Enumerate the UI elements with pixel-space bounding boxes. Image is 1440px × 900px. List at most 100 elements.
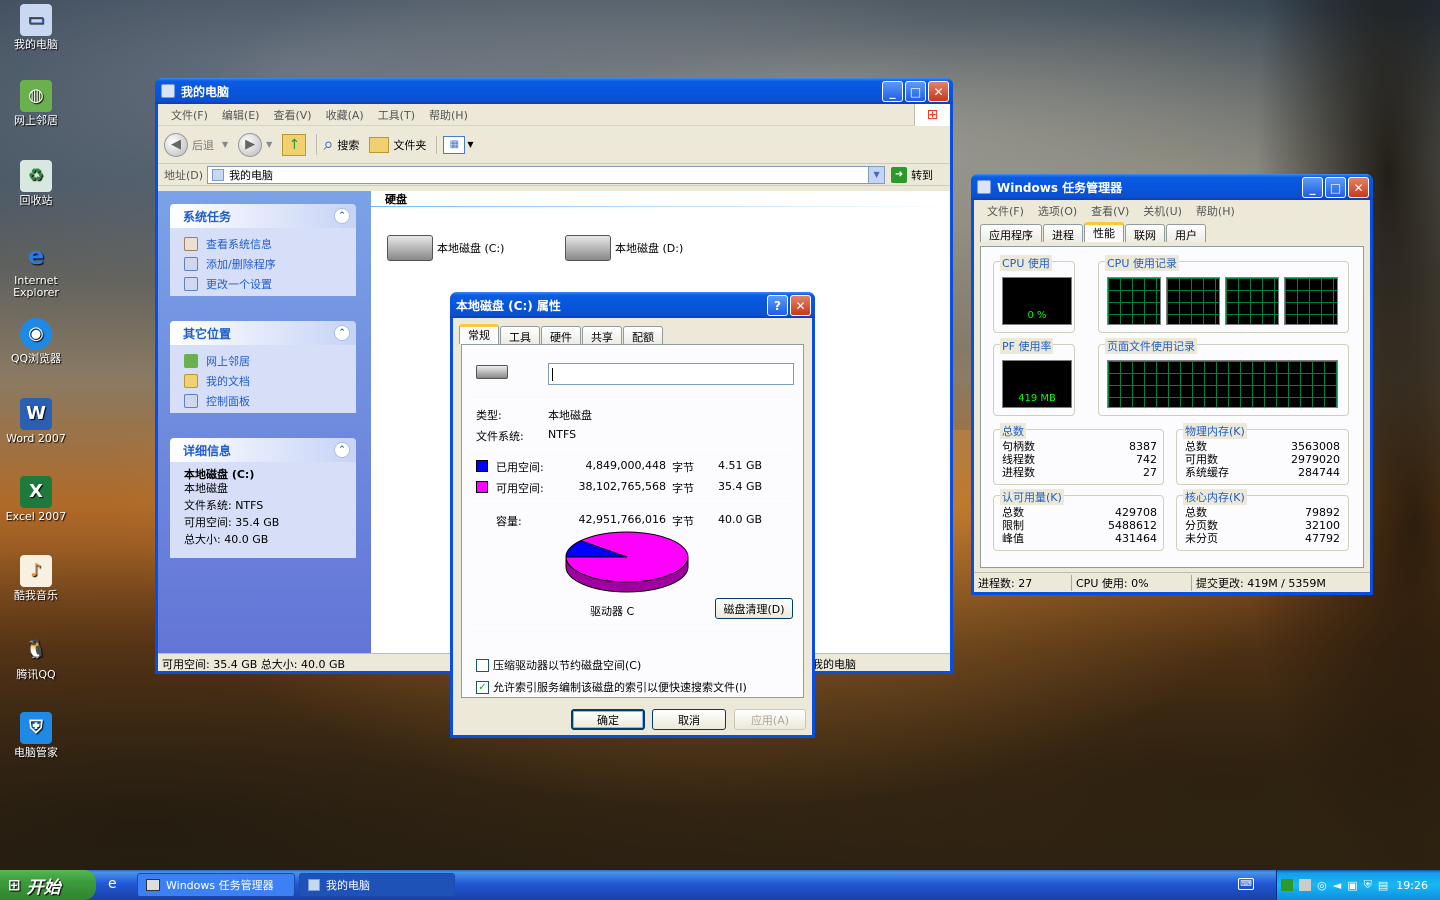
ie-icon: e <box>27 242 45 270</box>
back-button[interactable]: ◀ 后退 ▼ <box>164 132 228 157</box>
tab-performance[interactable]: 性能 <box>1084 222 1124 242</box>
taskbar-my-computer[interactable]: 我的电脑 <box>299 873 455 897</box>
maximize-button[interactable]: □ <box>905 81 926 102</box>
cancel-button[interactable]: 取消 <box>652 709 726 730</box>
tab-applications[interactable]: 应用程序 <box>980 224 1042 242</box>
menu-help[interactable]: 帮助(H) <box>422 107 475 123</box>
collapse-icon[interactable]: ⌃ <box>334 442 350 458</box>
cpu-history-graph-4 <box>1284 277 1338 325</box>
hard-drive-icon <box>387 235 433 261</box>
desktop-icon-my-computer[interactable]: ▭ 我的电脑 <box>0 4 72 51</box>
collapse-icon[interactable]: ⌃ <box>334 325 350 341</box>
up-folder-button[interactable]: ↑ <box>282 133 307 156</box>
explorer-titlebar[interactable]: 我的电脑 _ □ ✕ <box>155 78 953 104</box>
add-remove-programs-link[interactable]: 添加/删除程序 <box>184 254 344 274</box>
address-dropdown-button[interactable]: ▼ <box>868 166 885 183</box>
desktop-icon-ie[interactable]: e Internet Explorer <box>0 240 72 299</box>
tab-processes[interactable]: 进程 <box>1043 224 1083 242</box>
view-system-info-link[interactable]: 查看系统信息 <box>184 234 344 254</box>
tray-icon[interactable]: ◎ <box>1317 879 1327 892</box>
minimize-button[interactable]: _ <box>1302 177 1323 198</box>
desktop-icon-qq[interactable]: 🐧 腾讯QQ <box>0 634 72 681</box>
collapse-icon[interactable]: ⌃ <box>334 208 350 224</box>
close-button[interactable]: ✕ <box>790 295 811 316</box>
checkbox-checked[interactable]: ✓ <box>476 680 489 694</box>
details-panel: 详细信息 ⌃ 本地磁盘 (C:) 本地磁盘 文件系统: NTFS 可用空间: 35… <box>170 438 356 558</box>
volume-icon[interactable]: ◄ <box>1333 879 1341 892</box>
compress-checkbox[interactable]: 压缩驱动器以节约磁盘空间(C) <box>476 657 641 673</box>
menu-view[interactable]: 查看(V) <box>1084 203 1136 219</box>
panel-header[interactable]: 详细信息 ⌃ <box>170 438 356 462</box>
kernel-memory-group: 核心内存(K) 总数 79892 分页数 32100 未分页 47792 <box>1176 489 1349 551</box>
desktop-icon-network[interactable]: ◍ 网上邻居 <box>0 80 72 127</box>
views-button[interactable]: ▦ ▼ <box>436 135 474 154</box>
forward-button[interactable]: ▶ ▼ <box>238 132 272 157</box>
go-button[interactable]: ➜ 转到 <box>891 166 933 183</box>
close-button[interactable]: ✕ <box>1348 177 1369 198</box>
dialog-titlebar[interactable]: 本地磁盘 (C:) 属性 ? ✕ <box>450 292 815 318</box>
menu-favorites[interactable]: 收藏(A) <box>319 107 371 123</box>
change-setting-link[interactable]: 更改一个设置 <box>184 274 344 294</box>
quick-launch-ie-icon[interactable]: e <box>108 876 124 892</box>
desktop-icon-qq-browser[interactable]: ◉ QQ浏览器 <box>0 318 72 365</box>
pf-usage-group: PF 使用率 419 MB <box>993 338 1075 416</box>
tab-general[interactable]: 常规 <box>459 324 499 344</box>
menu-edit[interactable]: 编辑(E) <box>215 107 267 123</box>
tab-hardware[interactable]: 硬件 <box>541 326 581 344</box>
panel-header[interactable]: 系统任务 ⌃ <box>170 204 356 228</box>
system-tasks-panel: 系统任务 ⌃ 查看系统信息 添加/删除程序 更改一个设置 <box>170 204 356 296</box>
menu-file[interactable]: 文件(F) <box>164 107 215 123</box>
tray-icon[interactable] <box>1299 879 1312 891</box>
windows-logo-icon: ⊞ <box>8 876 21 894</box>
menu-options[interactable]: 选项(O) <box>1031 203 1084 219</box>
tab-quota[interactable]: 配额 <box>623 326 663 344</box>
network-link[interactable]: 网上邻居 <box>184 351 344 371</box>
tab-networking[interactable]: 联网 <box>1125 224 1165 242</box>
menu-shutdown[interactable]: 关机(U) <box>1136 203 1189 219</box>
menu-help[interactable]: 帮助(H) <box>1189 203 1242 219</box>
clock[interactable]: 19:26 <box>1396 879 1428 892</box>
tab-sharing[interactable]: 共享 <box>582 326 622 344</box>
desktop-icon-kuwo[interactable]: ♪ 酷我音乐 <box>0 555 72 602</box>
menu-view[interactable]: 查看(V) <box>266 107 318 123</box>
section-header: 硬盘 <box>371 191 950 207</box>
start-button[interactable]: ⊞ 开始 <box>0 870 96 900</box>
checkbox-unchecked[interactable] <box>476 658 489 672</box>
tray-icon[interactable] <box>1281 879 1294 891</box>
address-input[interactable]: 我的电脑 ▼ <box>207 165 886 184</box>
apply-button[interactable]: 应用(A) <box>734 709 806 730</box>
keyboard-icon[interactable]: ⌨ <box>1238 878 1254 890</box>
desktop-icon-excel[interactable]: X Excel 2007 <box>0 476 72 523</box>
drive-c[interactable]: 本地磁盘 (C:) <box>387 235 504 261</box>
tab-tools[interactable]: 工具 <box>500 326 540 344</box>
help-button[interactable]: ? <box>767 295 788 316</box>
drive-d[interactable]: 本地磁盘 (D:) <box>565 235 683 261</box>
system-tray: ◎ ◄ ▣ ⛨ ▤ 19:26 <box>1276 870 1440 900</box>
disk-cleanup-button[interactable]: 磁盘清理(D) <box>715 598 793 619</box>
close-button[interactable]: ✕ <box>928 81 949 102</box>
desktop-icon-word[interactable]: W Word 2007 <box>0 398 72 445</box>
ok-button[interactable]: 确定 <box>571 709 645 730</box>
menu-tools[interactable]: 工具(T) <box>371 107 422 123</box>
taskbar-task-manager[interactable]: Windows 任务管理器 <box>137 873 295 897</box>
folders-button[interactable]: 文件夹 <box>369 136 426 153</box>
other-places-panel: 其它位置 ⌃ 网上邻居 我的文档 控制面板 <box>170 321 356 413</box>
task-manager-titlebar[interactable]: Windows 任务管理器 _ □ ✕ <box>971 174 1373 200</box>
taskmgr-statusbar: 进程数: 27 CPU 使用: 0% 提交更改: 419M / 5359M <box>974 572 1370 592</box>
volume-label-input[interactable] <box>548 363 794 385</box>
system-info-icon <box>184 237 198 251</box>
tab-users[interactable]: 用户 <box>1166 224 1206 242</box>
control-panel-link[interactable]: 控制面板 <box>184 391 344 411</box>
search-button[interactable]: ⌕ 搜索 <box>316 134 359 155</box>
network-tray-icon[interactable]: ▣ <box>1347 879 1357 892</box>
shield-icon[interactable]: ⛨ <box>1364 878 1372 892</box>
panel-header[interactable]: 其它位置 ⌃ <box>170 321 356 345</box>
my-documents-link[interactable]: 我的文档 <box>184 371 344 391</box>
desktop-icon-recycle-bin[interactable]: ♻ 回收站 <box>0 160 72 207</box>
menu-file[interactable]: 文件(F) <box>980 203 1031 219</box>
tray-icon[interactable]: ▤ <box>1378 879 1388 892</box>
maximize-button[interactable]: □ <box>1325 177 1346 198</box>
minimize-button[interactable]: _ <box>882 81 903 102</box>
index-checkbox[interactable]: ✓ 允许索引服务编制该磁盘的索引以便快速搜索文件(I) <box>476 679 747 695</box>
desktop-icon-pc-manager[interactable]: ⛨ 电脑管家 <box>0 712 72 759</box>
